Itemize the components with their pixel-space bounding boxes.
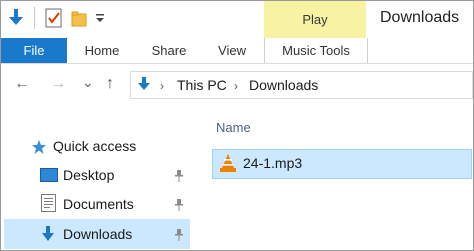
tab-music-tools[interactable]: Music Tools [264,38,368,63]
up-button[interactable]: ↑ [106,75,114,93]
sidebar-quick-access[interactable]: Quick access [53,138,136,154]
sidebar-item-documents[interactable]: Documents [63,196,134,212]
new-folder-icon[interactable] [71,10,89,28]
recent-locations-button[interactable]: ⌄ [82,74,94,91]
back-button[interactable]: ← [14,75,30,93]
vlc-icon [219,153,237,173]
star-icon [31,139,47,155]
downloads-location-icon [136,76,152,92]
pin-icon[interactable] [174,198,184,211]
column-header-name[interactable]: Name [216,120,251,135]
pin-icon[interactable] [174,228,184,241]
breadcrumb-chevron-icon[interactable]: › [160,79,164,93]
tab-view[interactable]: View [204,38,260,63]
contextual-tab-label: Play [302,12,328,27]
breadcrumb-chevron-icon[interactable]: › [234,79,238,93]
tab-share[interactable]: Share [138,38,200,63]
customize-toolbar-icon[interactable] [94,11,106,25]
sidebar-item-desktop[interactable]: Desktop [63,167,114,183]
forward-button[interactable]: → [50,75,66,93]
tab-home[interactable]: Home [72,38,132,63]
desktop-icon [40,168,58,182]
breadcrumb-this-pc[interactable]: This PC [177,77,227,93]
downloads-arrow-icon[interactable] [6,8,26,28]
tab-file[interactable]: File [1,38,67,63]
file-name[interactable]: 24-1.mp3 [243,155,302,171]
breadcrumb-downloads[interactable]: Downloads [249,77,318,93]
properties-icon[interactable] [45,8,63,28]
window-title: Downloads [380,9,460,26]
sidebar-item-downloads[interactable]: Downloads [63,226,132,242]
toolbar-separator [34,7,35,29]
downloads-icon [40,225,56,243]
pin-icon[interactable] [174,169,184,182]
documents-icon [41,194,56,212]
